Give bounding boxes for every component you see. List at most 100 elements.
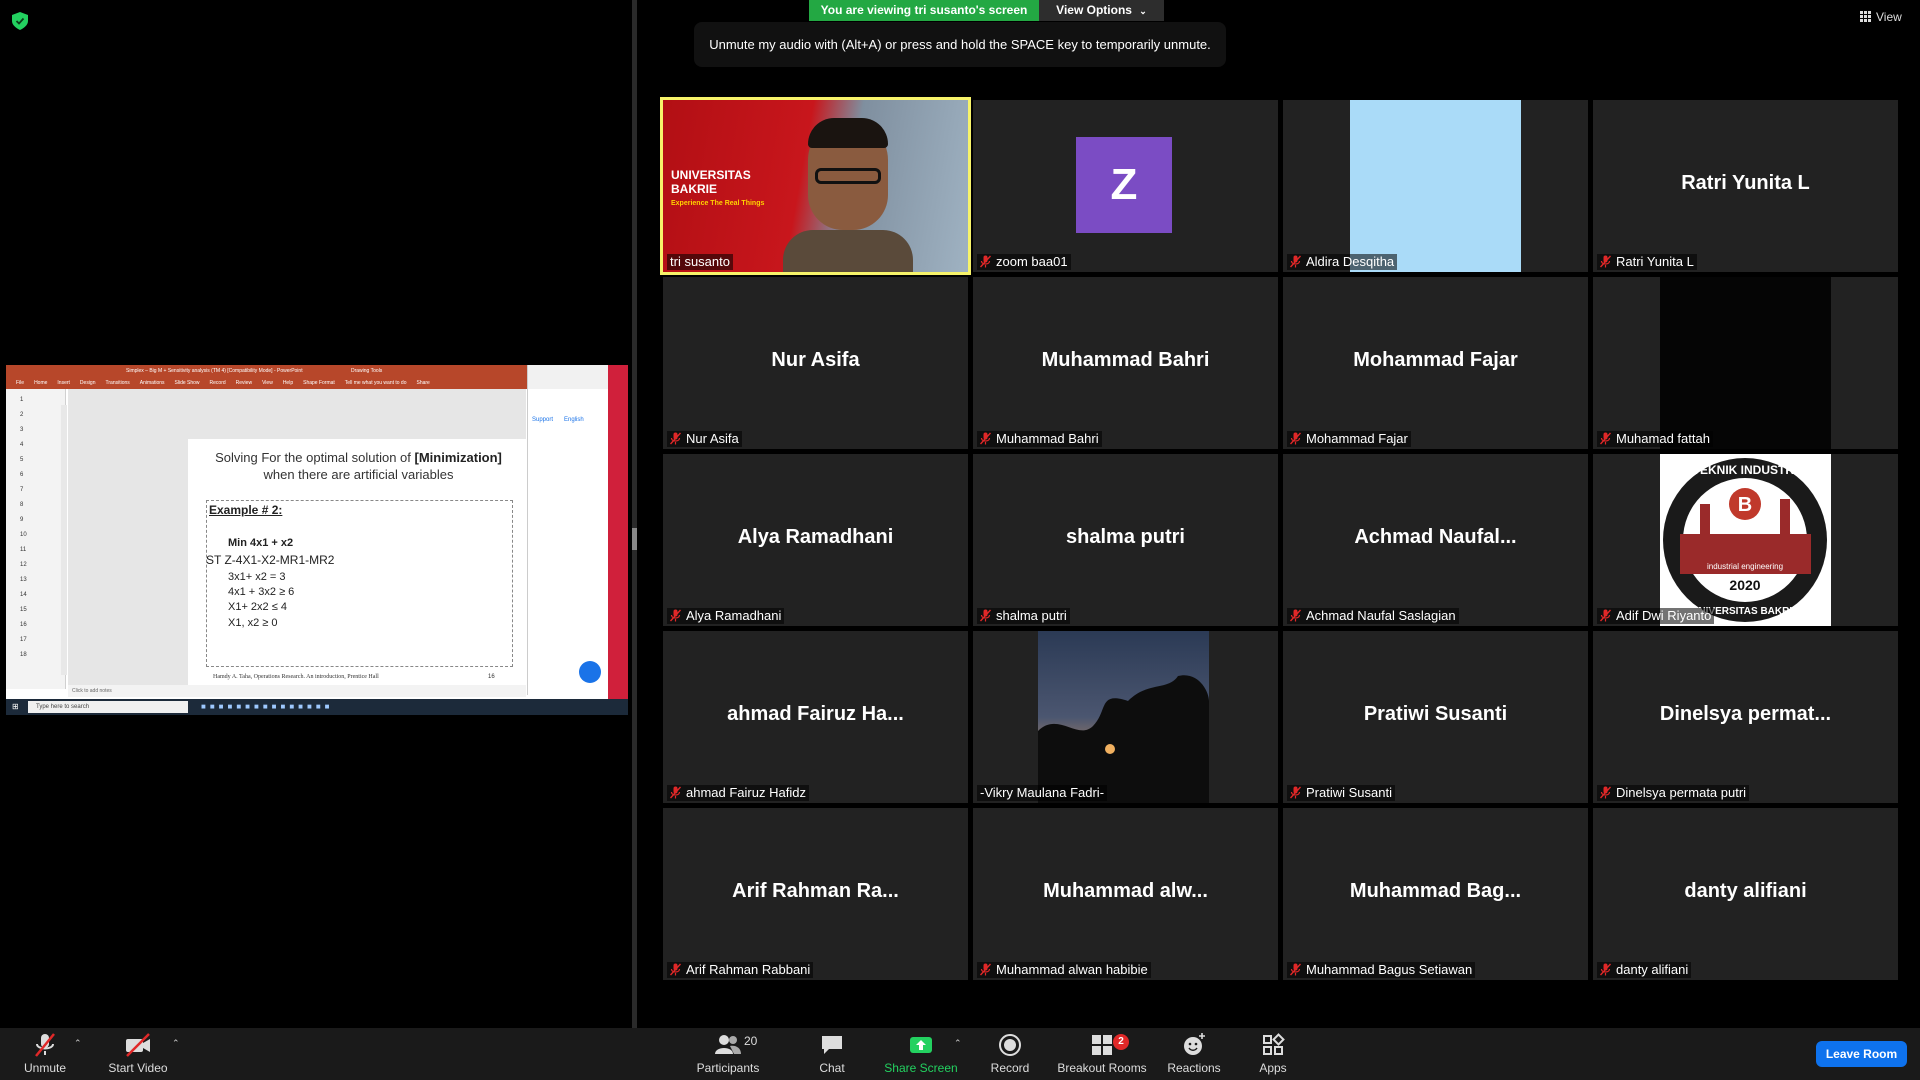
- virtual-bg-tagline: Experience The Real Things: [671, 200, 765, 207]
- participant-tile[interactable]: Mohammad Fajar Mohammad Fajar: [1283, 277, 1588, 449]
- apps-button[interactable]: Apps: [1228, 1032, 1318, 1078]
- slide-thumbnail-number: 7: [20, 487, 24, 493]
- audio-options-caret-icon[interactable]: ⌃: [74, 1038, 82, 1049]
- video-feed: [1660, 277, 1831, 449]
- avatar: Z: [1076, 137, 1172, 233]
- start-video-label: Start Video: [108, 1061, 168, 1075]
- slide-thumbnail-number: 18: [20, 652, 27, 658]
- slide-thumbnail-number: 16: [20, 622, 27, 628]
- reactions-button[interactable]: Reactions: [1149, 1032, 1239, 1078]
- share-screen-button[interactable]: Share Screen: [876, 1032, 966, 1078]
- shared-screen-content: Simplex – Big M + Sensitivity analysis (…: [6, 365, 628, 715]
- participant-name-label: Adif Dwi Riyanto: [1597, 608, 1715, 624]
- participant-tile[interactable]: UNIVERSITAS BAKRIE Experience The Real Thi…: [660, 97, 971, 275]
- divider-handle[interactable]: [632, 528, 637, 550]
- share-options-caret-icon[interactable]: ⌃: [954, 1038, 962, 1049]
- participant-tile[interactable]: Muhammad Bahri Muhammad Bahri: [973, 277, 1278, 449]
- participant-tile[interactable]: Alya Ramadhani Alya Ramadhani: [663, 454, 968, 626]
- encryption-shield-icon[interactable]: [12, 12, 28, 30]
- participant-tile[interactable]: Muhamad fattah: [1593, 277, 1898, 449]
- muted-microphone-icon: [1290, 432, 1301, 445]
- current-slide: Solving For the optimal solution of [Min…: [188, 439, 529, 689]
- muted-microphone-icon: [35, 1033, 55, 1057]
- participant-name: Nur Asifa: [686, 431, 739, 446]
- participant-tile[interactable]: ahmad Fairuz Ha... ahmad Fairuz Hafidz: [663, 631, 968, 803]
- logo-top-text: TEKNIK INDUSTRI: [1693, 463, 1798, 477]
- slide-thumbnail-number: 13: [20, 577, 27, 583]
- participant-name-label: Muhammad Bagus Setiawan: [1287, 962, 1476, 978]
- breakout-rooms-icon: [1092, 1035, 1112, 1055]
- constraint-4: X1, x2 ≥ 0: [228, 617, 278, 629]
- leave-room-button[interactable]: Leave Room: [1816, 1041, 1907, 1067]
- breakout-rooms-button[interactable]: Breakout Rooms: [1057, 1032, 1147, 1078]
- participant-tile[interactable]: Aldira Desqitha: [1283, 100, 1588, 272]
- windows-taskbar: ⊞ Type here to search ■■■■■■■■■■■■■■■: [6, 699, 628, 715]
- participant-name-label: Arif Rahman Rabbani: [667, 962, 814, 978]
- participants-button[interactable]: Participants: [683, 1032, 773, 1078]
- ribbon-tab: Tell me what you want to do: [344, 380, 407, 386]
- pane-divider[interactable]: [632, 0, 637, 1028]
- taskbar-app-icons: ■■■■■■■■■■■■■■■: [201, 702, 334, 711]
- participant-tile[interactable]: Arif Rahman Ra... Arif Rahman Rabbani: [663, 808, 968, 980]
- participants-label: Participants: [696, 1061, 760, 1075]
- person-shirt: [783, 230, 913, 272]
- ribbon-tab: File: [16, 380, 25, 386]
- participant-display-name: Muhammad Bag...: [1349, 880, 1522, 902]
- constraint-2: 4x1 + 3x2 ≥ 6: [228, 586, 295, 598]
- chat-bubble-icon: [579, 661, 601, 683]
- participant-display-name: Muhammad Bahri: [1041, 349, 1210, 371]
- slide-thumbnail-number: 2: [20, 412, 24, 418]
- participant-display-name: Ratri Yunita L: [1681, 172, 1810, 194]
- participant-tile[interactable]: Muhammad alw... Muhammad alwan habibie: [973, 808, 1278, 980]
- view-label: View: [1876, 10, 1902, 24]
- record-label: Record: [990, 1061, 1030, 1075]
- video-feed: [1350, 100, 1521, 272]
- view-button[interactable]: View: [1860, 10, 1902, 24]
- muted-microphone-icon: [1290, 609, 1301, 622]
- view-options-button[interactable]: View Options ⌄: [1039, 0, 1164, 21]
- muted-microphone-icon: [670, 963, 681, 976]
- slide-thumbnail-number: 15: [20, 607, 27, 613]
- vertical-ruler: [61, 405, 67, 675]
- logo-middle-text: industrial engineering: [1707, 562, 1783, 571]
- slide-thumbnail-number: 6: [20, 472, 24, 478]
- participant-tile[interactable]: danty alifiani danty alifiani: [1593, 808, 1898, 980]
- svg-text:B: B: [1738, 494, 1752, 516]
- start-video-button[interactable]: Start Video: [93, 1032, 183, 1078]
- participant-tile[interactable]: Nur Asifa Nur Asifa: [663, 277, 968, 449]
- chevron-down-icon: ⌄: [1139, 6, 1147, 16]
- uni-line1: UNIVERSITAS: [671, 168, 751, 182]
- ppt-title-bar: Simplex – Big M + Sensitivity analysis (…: [6, 365, 527, 377]
- participant-name-label: Dinelsya permata putri: [1597, 785, 1750, 801]
- record-button[interactable]: Record: [965, 1032, 1055, 1078]
- video-options-caret-icon[interactable]: ⌃: [172, 1038, 180, 1049]
- participant-tile[interactable]: Ratri Yunita L Ratri Yunita L: [1593, 100, 1898, 272]
- participant-tile[interactable]: Zzoom baa01: [973, 100, 1278, 272]
- breakout-rooms-badge: 2: [1113, 1034, 1129, 1050]
- chat-button[interactable]: Chat: [787, 1032, 877, 1078]
- participant-tile[interactable]: shalma putri shalma putri: [973, 454, 1278, 626]
- slide-title-line1: Solving For the optimal solution of [Min…: [188, 449, 529, 466]
- ribbon-tab: Review: [235, 380, 253, 386]
- participant-tile[interactable]: B TEKNIK INDUSTRI industrial engineering 20…: [1593, 454, 1898, 626]
- muted-microphone-icon: [1290, 786, 1301, 799]
- participant-tile[interactable]: Achmad Naufal... Achmad Naufal Saslagian: [1283, 454, 1588, 626]
- participant-tile[interactable]: Dinelsya permat... Dinelsya permata putri: [1593, 631, 1898, 803]
- share-screen-label: Share Screen: [884, 1061, 958, 1075]
- participant-name: Dinelsya permata putri: [1616, 785, 1747, 800]
- slide-thumbnail-number: 4: [20, 442, 24, 448]
- muted-microphone-icon: [670, 786, 681, 799]
- share-screen-icon: [910, 1037, 932, 1053]
- participant-tile[interactable]: Pratiwi Susanti Pratiwi Susanti: [1283, 631, 1588, 803]
- participant-display-name: ahmad Fairuz Ha...: [727, 703, 904, 725]
- apps-label: Apps: [1259, 1061, 1287, 1075]
- participant-name-label: shalma putri: [977, 608, 1070, 624]
- participant-display-name: Mohammad Fajar: [1353, 349, 1518, 371]
- muted-microphone-icon: [1600, 609, 1611, 622]
- slide-thumbnail-number: 17: [20, 637, 27, 643]
- virtual-bg-text: UNIVERSITAS BAKRIE: [671, 168, 751, 196]
- participant-tile[interactable]: -Vikry Maulana Fadri-: [973, 631, 1278, 803]
- slide-thumbnail-number: 14: [20, 592, 27, 598]
- selection-box: [206, 500, 513, 667]
- participant-tile[interactable]: Muhammad Bag... Muhammad Bagus Setiawan: [1283, 808, 1588, 980]
